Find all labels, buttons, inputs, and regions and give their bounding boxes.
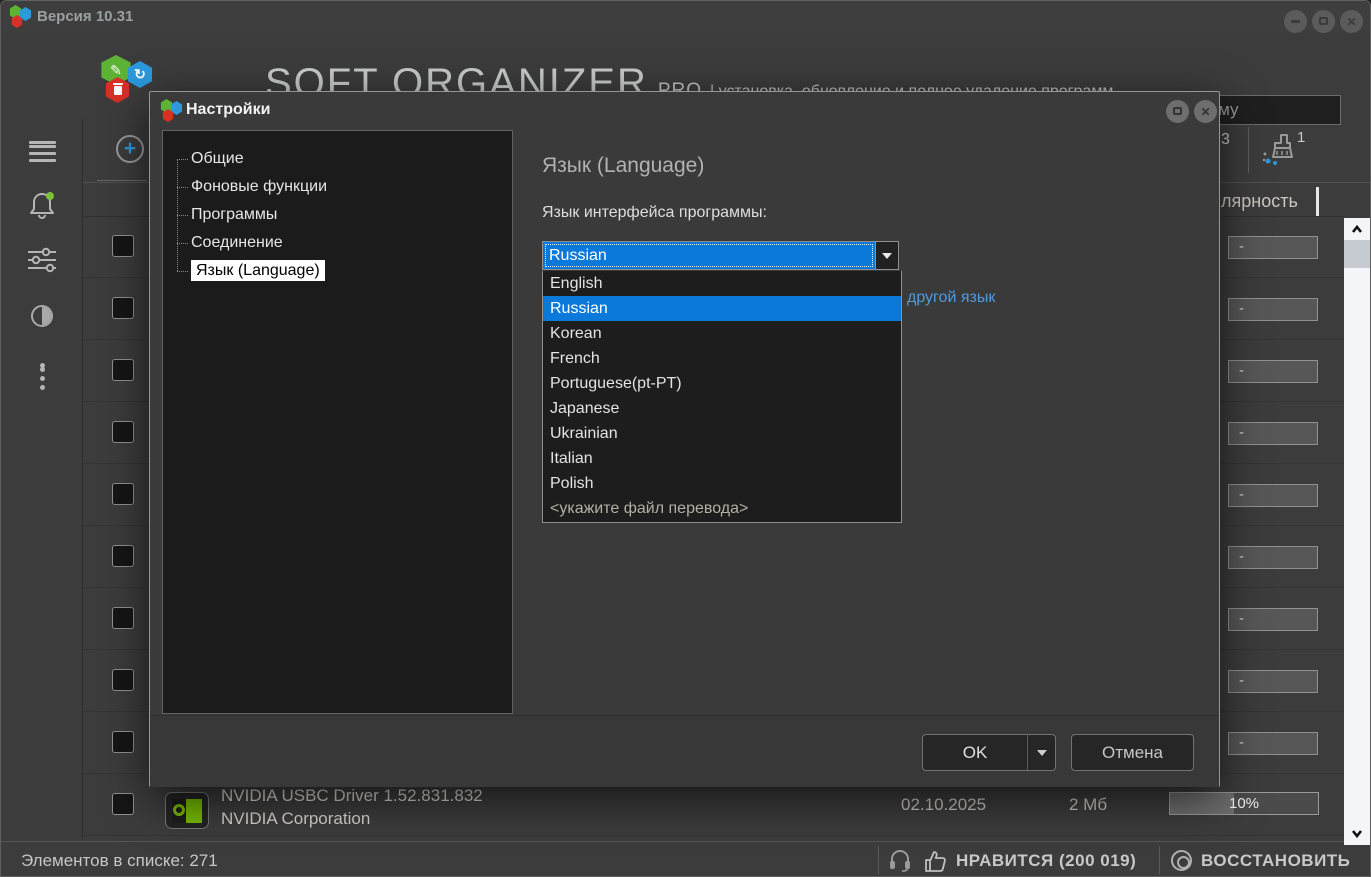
row-checkbox[interactable] [112, 235, 134, 257]
page-title: Язык (Language) [542, 154, 704, 178]
nvidia-app-icon [165, 792, 209, 829]
program-date: 02.10.2025 [901, 795, 986, 815]
ok-dropdown-icon[interactable] [1027, 735, 1055, 770]
window-title: Версия 10.31 [37, 8, 133, 25]
language-combobox[interactable]: Russian [542, 241, 899, 270]
option-italian[interactable]: Italian [543, 446, 901, 471]
theme-contrast-icon[interactable] [1, 305, 83, 327]
popularity-bar: - [1228, 360, 1318, 383]
popularity-bar: - [1228, 298, 1318, 321]
vertical-scrollbar[interactable] [1344, 218, 1370, 845]
row-checkbox[interactable] [112, 359, 134, 381]
app-window: Версия 10.31 ✕ ✎ ↻ SOFT ORGANIZER PRO | … [0, 0, 1371, 877]
ok-split-button[interactable]: OK [922, 734, 1056, 771]
dialog-title: Настройки [186, 101, 270, 119]
option-polish[interactable]: Polish [543, 471, 901, 496]
popularity-bar: 10% [1169, 792, 1319, 815]
statusbar: Элементов в списке: 271 НРАВИТСЯ (200 01… [1, 841, 1371, 877]
items-count-label: Элементов в списке: 271 [21, 851, 218, 871]
scroll-down-icon[interactable] [1344, 821, 1370, 845]
row-checkbox[interactable] [112, 731, 134, 753]
nav-item-background[interactable]: Фоновые функции [163, 173, 512, 201]
option-russian[interactable]: Russian [543, 296, 901, 321]
cleanup-traces-icon[interactable]: 1 [1261, 131, 1317, 173]
option-english[interactable]: English [543, 271, 901, 296]
close-button[interactable]: ✕ [1340, 10, 1363, 33]
combobox-dropdown-icon[interactable] [875, 242, 898, 269]
row-checkbox[interactable] [112, 483, 134, 505]
settings-dialog: Настройки ✕ Общие Фоновые функции Програ… [149, 91, 1220, 787]
popularity-bar: - [1228, 670, 1318, 693]
option-ukrainian[interactable]: Ukrainian [543, 421, 901, 446]
row-checkbox[interactable] [112, 669, 134, 691]
popularity-bar: - [1228, 236, 1318, 259]
program-publisher: NVIDIA Corporation [221, 809, 370, 829]
like-thumbs-up-icon[interactable] [923, 848, 949, 874]
settings-nav-panel: Общие Фоновые функции Программы Соединен… [162, 130, 513, 714]
titlebar: Версия 10.31 ✕ [1, 1, 1370, 33]
popularity-bar: - [1228, 608, 1318, 631]
dialog-maximize-button[interactable] [1166, 100, 1189, 123]
dialog-logo-icon [160, 99, 184, 123]
app-logo-icon [9, 5, 33, 29]
popularity-column-header[interactable]: лярность [1221, 191, 1298, 212]
dialog-footer: OK Отмена [150, 715, 1219, 787]
cancel-button[interactable]: Отмена [1071, 734, 1194, 771]
row-checkbox[interactable] [112, 297, 134, 319]
nav-item-connection[interactable]: Соединение [163, 229, 512, 257]
program-size: 2 Мб [1069, 795, 1107, 815]
option-japanese[interactable]: Japanese [543, 396, 901, 421]
combobox-value[interactable]: Russian [543, 242, 875, 269]
row-checkbox[interactable] [112, 545, 134, 567]
nav-item-programs[interactable]: Программы [163, 201, 512, 229]
option-korean[interactable]: Korean [543, 321, 901, 346]
ok-button[interactable]: OK [923, 743, 1027, 763]
row-checkbox[interactable] [112, 793, 134, 815]
option-portuguese[interactable]: Portuguese(pt-PT) [543, 371, 901, 396]
nav-item-general[interactable]: Общие [163, 145, 512, 173]
restore-button[interactable]: ВОССТАНОВИТЬ [1201, 851, 1350, 871]
minimize-button[interactable] [1284, 10, 1307, 33]
more-options-icon[interactable] [1, 359, 83, 372]
cleanup-count-badge: 1 [1297, 129, 1305, 146]
popularity-bar: - [1228, 732, 1318, 755]
column-resize-indicator[interactable] [1316, 187, 1319, 217]
option-french[interactable]: French [543, 346, 901, 371]
menu-icon[interactable] [1, 137, 83, 148]
like-button[interactable]: НРАВИТСЯ (200 019) [956, 851, 1136, 871]
other-language-link[interactable]: другой язык [907, 289, 995, 307]
row-checkbox[interactable] [112, 607, 134, 629]
restore-icon[interactable] [1171, 850, 1192, 871]
maximize-button[interactable] [1312, 10, 1335, 33]
scroll-up-icon[interactable] [1344, 218, 1370, 242]
add-program-button[interactable]: + [116, 135, 144, 163]
language-field-label: Язык интерфейса программы: [542, 204, 767, 222]
notifications-bell-icon[interactable] [1, 189, 83, 221]
language-dropdown-list: English Russian Korean French Portuguese… [542, 271, 902, 523]
sidebar [1, 119, 83, 839]
dialog-close-button[interactable]: ✕ [1194, 100, 1217, 123]
popularity-bar: - [1228, 484, 1318, 507]
nav-item-language[interactable]: Язык (Language) [163, 257, 512, 285]
row-checkbox[interactable] [112, 421, 134, 443]
popularity-bar: - [1228, 546, 1318, 569]
updates-count-badge: 3 [1221, 131, 1230, 149]
support-headset-icon[interactable] [887, 848, 913, 874]
scrollbar-thumb[interactable] [1344, 240, 1370, 268]
popularity-bar: - [1228, 422, 1318, 445]
option-translation-file[interactable]: <укажите файл перевода> [543, 496, 901, 521]
filters-sliders-icon[interactable] [1, 247, 83, 273]
program-name: NVIDIA USBC Driver 1.52.831.832 [221, 786, 483, 806]
